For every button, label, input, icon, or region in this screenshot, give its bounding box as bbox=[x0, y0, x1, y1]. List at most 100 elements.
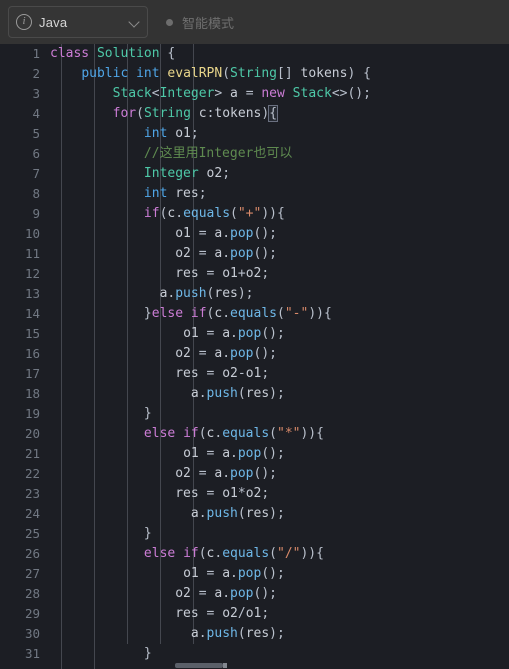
code-line-text[interactable]: o2 = a.pop(); bbox=[50, 244, 277, 264]
code-line-text[interactable]: res = o2-o1; bbox=[50, 364, 269, 384]
code-token: Integer bbox=[143, 166, 199, 181]
code-line-text[interactable]: o1 = a.pop(); bbox=[50, 224, 277, 244]
code-token: pop bbox=[230, 466, 254, 481]
code-token: evalRPN bbox=[167, 66, 223, 81]
code-line-text[interactable]: o2 = a.pop(); bbox=[50, 464, 277, 484]
code-token: o1 bbox=[183, 446, 199, 461]
line-number: 18 bbox=[24, 386, 40, 401]
line-number: 30 bbox=[24, 626, 40, 641]
code-line-text[interactable]: for(String c:tokens){ bbox=[50, 104, 278, 124]
line-number: 26 bbox=[24, 546, 40, 561]
code-line-text[interactable]: o1 = a.pop(); bbox=[50, 444, 285, 464]
code-token: a bbox=[222, 446, 231, 461]
code-token: class bbox=[50, 46, 90, 61]
horizontal-scrollbar-thumb-end[interactable] bbox=[223, 663, 227, 668]
code-line-text[interactable]: o1 = a.pop(); bbox=[50, 324, 285, 344]
code-line-text[interactable]: Stack<Integer> a = new Stack<>(); bbox=[50, 84, 371, 104]
code-token: equals bbox=[230, 306, 277, 321]
code-token: else bbox=[143, 426, 176, 441]
code-line-text[interactable]: Integer o2; bbox=[50, 164, 230, 184]
code-token: int bbox=[143, 126, 168, 141]
code-token: a bbox=[190, 506, 199, 521]
code-token: o1 bbox=[245, 606, 262, 621]
code-line-text[interactable]: //这里用Integer也可以 bbox=[50, 144, 292, 164]
line-number: 21 bbox=[24, 446, 40, 461]
code-token: ( bbox=[198, 426, 207, 441]
code-token: = bbox=[198, 266, 223, 281]
code-line-text[interactable]: res = o1*o2; bbox=[50, 484, 269, 504]
code-token: "/" bbox=[277, 546, 301, 561]
code-token: . bbox=[222, 246, 231, 261]
code-token: (); bbox=[253, 346, 277, 361]
horizontal-scrollbar-thumb[interactable] bbox=[175, 663, 223, 668]
code-token: = bbox=[190, 246, 215, 261]
horizontal-scrollbar[interactable] bbox=[0, 662, 509, 669]
code-token: String bbox=[143, 106, 191, 121]
code-token: ( bbox=[230, 206, 238, 221]
code-token: (); bbox=[261, 446, 285, 461]
code-token: Stack bbox=[292, 86, 332, 101]
code-token: ( bbox=[136, 106, 144, 121]
language-selector-dropdown[interactable]: i Java bbox=[8, 6, 148, 38]
line-number: 28 bbox=[24, 586, 40, 601]
code-line-text[interactable]: a.push(res); bbox=[50, 624, 285, 644]
chevron-down-icon[interactable] bbox=[129, 17, 140, 28]
code-line-text[interactable]: } bbox=[50, 524, 152, 544]
code-line-text[interactable]: if(c.equals("+")){ bbox=[50, 204, 285, 224]
code-token: else bbox=[151, 306, 184, 321]
code-token: ( bbox=[222, 66, 231, 81]
code-token: . bbox=[230, 566, 238, 581]
code-line-text[interactable]: a.push(res); bbox=[50, 504, 285, 524]
code-token: = bbox=[190, 346, 215, 361]
code-token: pop bbox=[230, 586, 254, 601]
smart-mode-toggle[interactable]: 智能模式 bbox=[166, 13, 234, 32]
code-line-text[interactable]: int res; bbox=[50, 184, 207, 204]
code-line-text[interactable]: a.push(res); bbox=[50, 384, 285, 404]
code-token: push bbox=[175, 286, 207, 301]
code-token: push bbox=[206, 506, 238, 521]
code-line-text[interactable]: a.push(res); bbox=[50, 284, 254, 304]
code-line-text[interactable]: } bbox=[50, 644, 152, 664]
code-line-text[interactable]: o2 = a.pop(); bbox=[50, 584, 277, 604]
code-token: . bbox=[230, 326, 238, 341]
code-line-text[interactable]: }else if(c.equals("-")){ bbox=[50, 304, 332, 324]
code-line-text[interactable]: } bbox=[50, 404, 152, 424]
code-token: c bbox=[198, 106, 207, 121]
code-line-text[interactable]: int o1; bbox=[50, 124, 199, 144]
code-line-text[interactable]: o1 = a.pop(); bbox=[50, 564, 285, 584]
code-line-text[interactable]: class Solution { bbox=[50, 44, 175, 64]
code-token: . bbox=[175, 206, 184, 221]
code-line-text[interactable]: res = o2/o1; bbox=[50, 604, 269, 624]
code-token: o2 bbox=[222, 606, 238, 621]
line-number: 7 bbox=[32, 166, 40, 181]
line-number: 20 bbox=[24, 426, 40, 441]
line-number: 15 bbox=[24, 326, 40, 341]
line-number: 14 bbox=[24, 306, 40, 321]
code-token: if bbox=[183, 426, 199, 441]
code-line-text[interactable]: res = o1+o2; bbox=[50, 264, 269, 284]
code-token: o1 bbox=[183, 326, 199, 341]
code-token: ); bbox=[269, 506, 285, 521]
code-line-text[interactable]: public int evalRPN(String[] tokens) { bbox=[50, 64, 371, 84]
code-token: )){ bbox=[300, 546, 324, 561]
code-line-text[interactable]: o2 = a.pop(); bbox=[50, 344, 277, 364]
code-token: . bbox=[222, 586, 231, 601]
code-editor[interactable]: 1 class Solution {2 public int evalRPN(St… bbox=[0, 44, 509, 669]
code-token: o2 bbox=[175, 346, 191, 361]
code-line-text[interactable]: else if(c.equals("/")){ bbox=[50, 544, 324, 564]
line-number: 8 bbox=[32, 186, 40, 201]
language-selector-label: Java bbox=[39, 14, 68, 30]
code-token: o1 bbox=[222, 266, 238, 281]
code-line-text[interactable]: else if(c.equals("*")){ bbox=[50, 424, 324, 444]
code-token: o2 bbox=[175, 466, 191, 481]
